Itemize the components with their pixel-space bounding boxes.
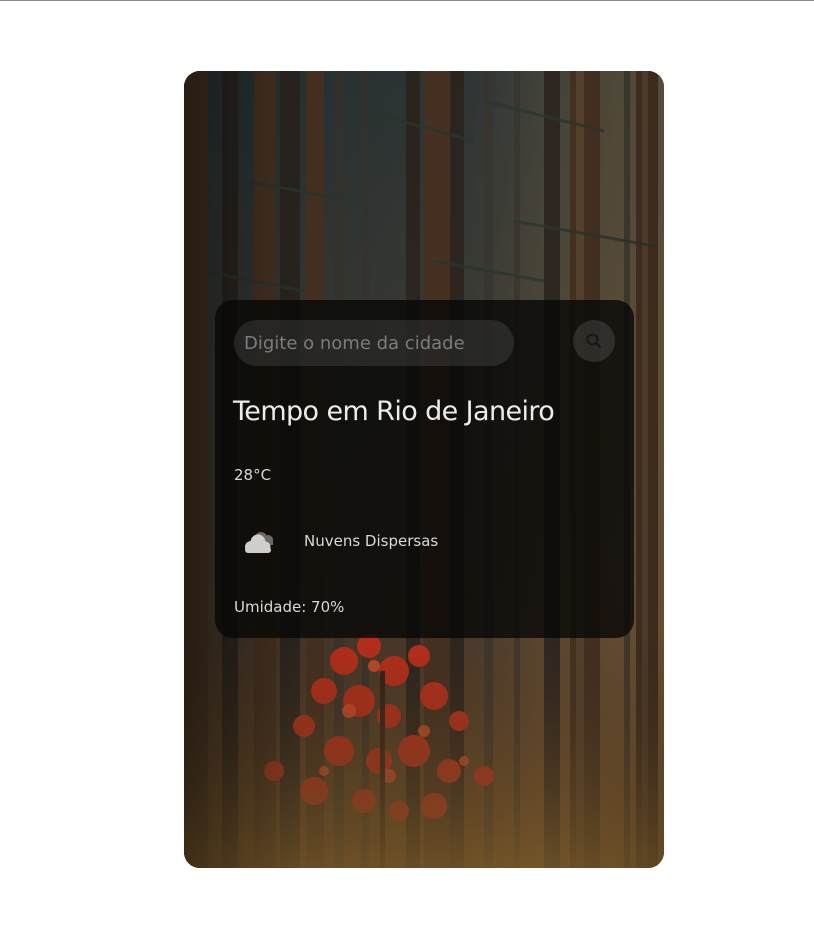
humidity-value: Umidade: 70% [234, 598, 345, 616]
search-button[interactable] [573, 320, 615, 362]
city-title: Tempo em Rio de Janeiro [233, 396, 555, 427]
search-icon [586, 333, 601, 348]
weather-app: Tempo em Rio de Janeiro 28°C Nuvens Disp… [184, 71, 664, 868]
cloud-icon [245, 532, 273, 553]
top-divider [0, 0, 814, 1]
temperature-value: 28°C [234, 466, 272, 484]
weather-card: Tempo em Rio de Janeiro 28°C Nuvens Disp… [215, 300, 634, 638]
city-search-input[interactable] [234, 320, 514, 366]
weather-condition: Nuvens Dispersas [304, 532, 439, 550]
